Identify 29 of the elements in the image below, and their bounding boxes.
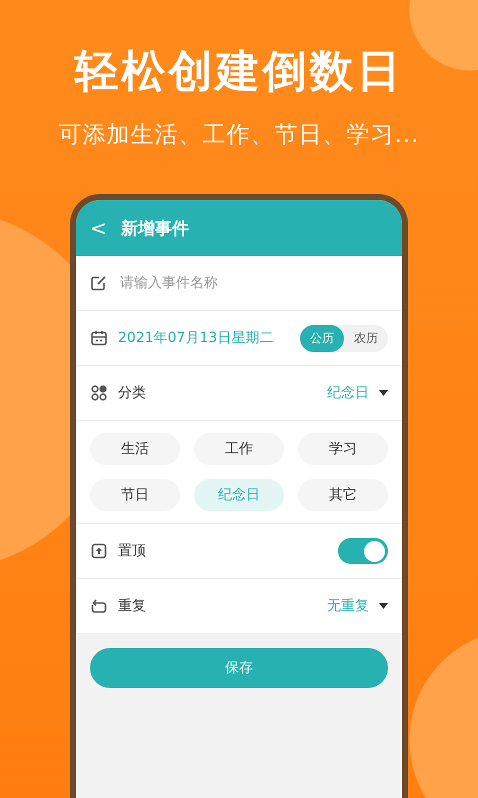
repeat-icon: [90, 597, 108, 615]
category-chip[interactable]: 其它: [298, 479, 388, 511]
category-chip[interactable]: 学习: [298, 433, 388, 465]
screen-title: 新增事件: [120, 218, 189, 240]
caret-icon: [379, 390, 388, 396]
repeat-value[interactable]: 无重复: [327, 597, 369, 615]
calendar-option[interactable]: 农历: [344, 324, 388, 352]
event-name-field[interactable]: 请输入事件名称: [76, 256, 402, 311]
category-value[interactable]: 纪念日: [327, 384, 369, 402]
pin-label: 置顶: [118, 542, 147, 560]
subtitle: 可添加生活、工作、节日、学习...: [58, 121, 420, 150]
category-chip[interactable]: 生活: [90, 433, 180, 465]
calendar-icon: [90, 329, 108, 347]
repeat-label: 重复: [118, 597, 147, 615]
caret-icon: [379, 603, 388, 609]
pin-switch[interactable]: [338, 538, 388, 564]
category-chip[interactable]: 节日: [90, 479, 180, 511]
pin-top-icon: [90, 542, 108, 560]
category-chip[interactable]: 纪念日: [194, 479, 284, 511]
date-value[interactable]: 2021年07月13日星期二: [118, 329, 290, 347]
edit-icon: [90, 274, 108, 292]
event-name-input[interactable]: 请输入事件名称: [118, 274, 388, 292]
category-chip[interactable]: 工作: [194, 433, 284, 465]
calendar-option[interactable]: 公历: [300, 324, 344, 352]
back-button[interactable]: <: [90, 216, 107, 240]
save-button[interactable]: 保存: [90, 648, 388, 688]
category-icon: [90, 384, 108, 402]
headline: 轻松创建倒数日: [74, 45, 404, 99]
category-label: 分类: [118, 384, 147, 402]
